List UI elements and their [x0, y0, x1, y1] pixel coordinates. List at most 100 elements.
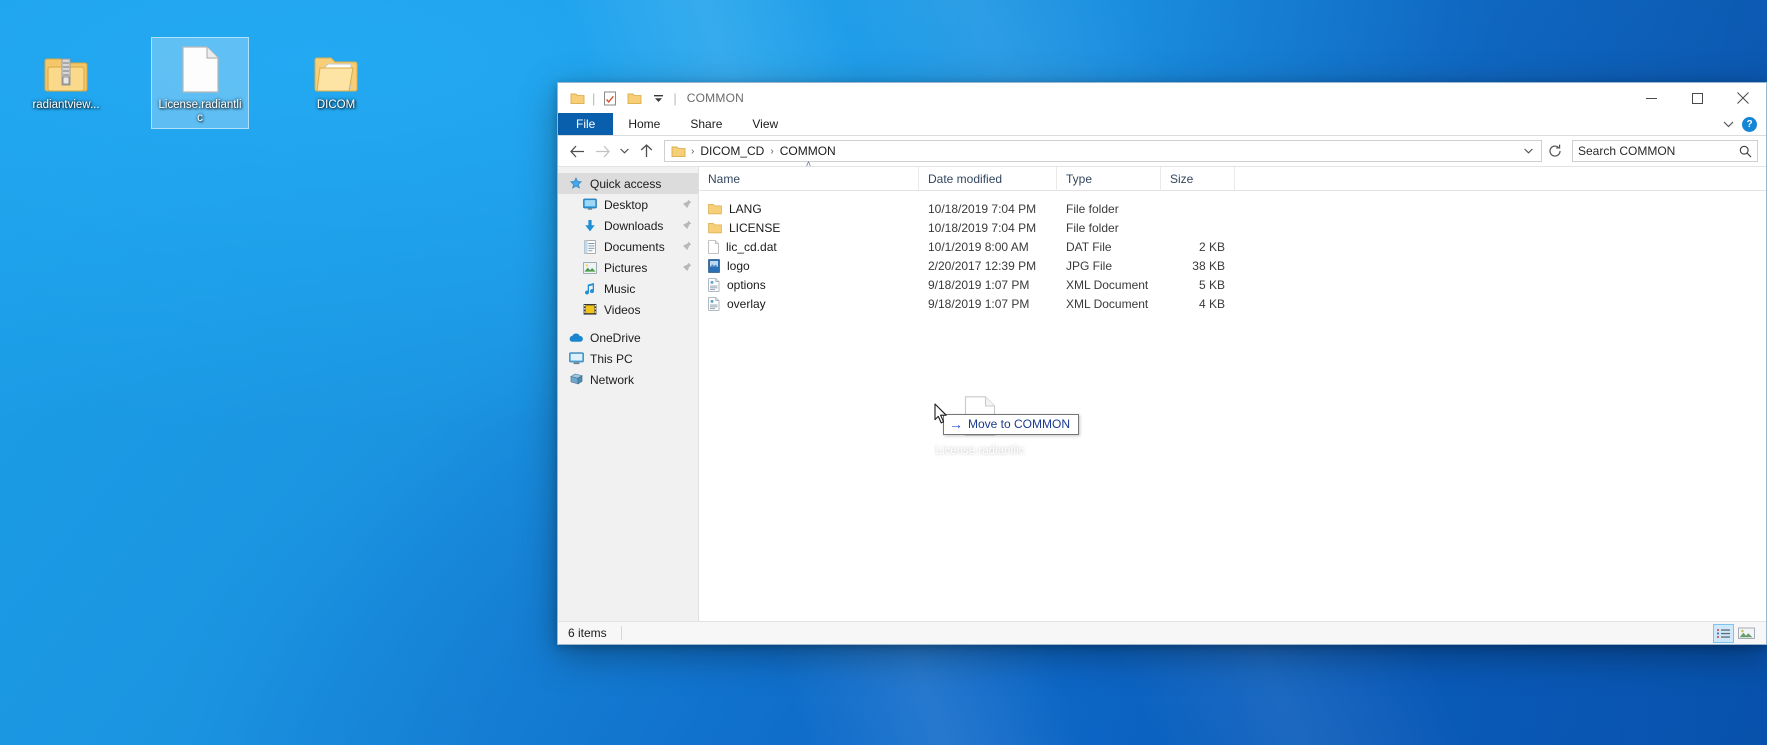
- desktop-icon-label: radiantview...: [20, 98, 112, 113]
- desktop-icon-label: License.radiantlic: [154, 98, 246, 126]
- file-date: 9/18/2019 1:07 PM: [919, 297, 1057, 311]
- file-type: DAT File: [1057, 240, 1161, 254]
- sort-ascending-icon: ˄: [699, 159, 918, 169]
- breadcrumb-separator: ›: [690, 146, 695, 157]
- help-icon[interactable]: ?: [1742, 117, 1757, 132]
- column-headers: ˄ Name Date modified Type Size: [699, 167, 1766, 191]
- file-date: 10/18/2019 7:04 PM: [919, 221, 1057, 235]
- desktop: radiantview... License.radiantlic D: [0, 0, 1767, 745]
- desktop-icon-radiantview[interactable]: radiantview...: [18, 38, 114, 115]
- chevron-down-icon[interactable]: [1723, 117, 1734, 131]
- breadcrumb-item-dicom-cd[interactable]: DICOM_CD: [697, 144, 767, 158]
- file-name: LANG: [729, 202, 762, 216]
- file-size: 38 KB: [1161, 259, 1235, 273]
- item-count-label: 6 items: [568, 626, 607, 640]
- sidebar-item-desktop[interactable]: Desktop: [558, 194, 698, 215]
- search-icon: [1739, 145, 1752, 158]
- pin-icon: [682, 240, 692, 254]
- maximize-button[interactable]: [1674, 83, 1720, 113]
- document-icon: [582, 239, 598, 255]
- sidebar-item-label: Videos: [604, 303, 640, 317]
- navigation-pane: Quick access Desktop: [558, 167, 699, 621]
- file-name: logo: [727, 259, 750, 273]
- large-icons-view-button[interactable]: [1736, 624, 1757, 643]
- sidebar-item-label: This PC: [590, 352, 633, 366]
- table-row[interactable]: logo 2/20/2017 12:39 PM JPG File 38 KB: [699, 256, 1766, 275]
- file-size: 5 KB: [1161, 278, 1235, 292]
- tab-view[interactable]: View: [737, 113, 793, 135]
- sidebar-item-network[interactable]: Network: [558, 369, 698, 390]
- column-label: Type: [1066, 172, 1092, 186]
- chevron-down-icon[interactable]: [649, 89, 667, 107]
- sidebar-item-music[interactable]: Music: [558, 278, 698, 299]
- sidebar-item-quick-access[interactable]: Quick access: [558, 173, 698, 194]
- file-type: File folder: [1057, 202, 1161, 216]
- folder-icon: [290, 41, 382, 93]
- minimize-button[interactable]: [1628, 83, 1674, 113]
- sidebar-item-onedrive[interactable]: OneDrive: [558, 327, 698, 348]
- pin-icon: [682, 219, 692, 233]
- column-header-type[interactable]: Type: [1057, 167, 1161, 191]
- table-row[interactable]: options 9/18/2019 1:07 PM XML Document 5…: [699, 275, 1766, 294]
- status-divider: [621, 626, 622, 640]
- close-button[interactable]: [1720, 83, 1766, 113]
- qat-divider: |: [592, 91, 595, 106]
- xml-file-icon: [708, 297, 720, 311]
- sidebar-item-label: Documents: [604, 240, 665, 254]
- sidebar-item-downloads[interactable]: Downloads: [558, 215, 698, 236]
- pin-icon: [682, 198, 692, 212]
- tab-share[interactable]: Share: [675, 113, 737, 135]
- tab-home[interactable]: Home: [613, 113, 675, 135]
- file-date: 10/1/2019 8:00 AM: [919, 240, 1057, 254]
- column-header-name[interactable]: ˄ Name: [699, 167, 919, 191]
- cloud-icon: [568, 330, 584, 346]
- table-row[interactable]: lic_cd.dat 10/1/2019 8:00 AM DAT File 2 …: [699, 237, 1766, 256]
- sidebar-item-label: OneDrive: [590, 331, 641, 345]
- folder-icon: [671, 145, 686, 158]
- folder-icon: [708, 203, 722, 215]
- details-view-button[interactable]: [1713, 624, 1734, 643]
- table-row[interactable]: LICENSE 10/18/2019 7:04 PM File folder: [699, 218, 1766, 237]
- zip-folder-icon: [20, 41, 112, 93]
- file-explorer-window: | |: [557, 82, 1767, 645]
- star-pin-icon: [568, 176, 584, 192]
- file-icon: [154, 41, 246, 93]
- sidebar-item-documents[interactable]: Documents: [558, 236, 698, 257]
- back-button[interactable]: [566, 140, 588, 162]
- breadcrumb-item-common[interactable]: COMMON: [777, 144, 839, 158]
- search-box[interactable]: [1572, 140, 1758, 162]
- table-row[interactable]: LANG 10/18/2019 7:04 PM File folder: [699, 199, 1766, 218]
- search-input[interactable]: [1578, 144, 1739, 158]
- file-date: 9/18/2019 1:07 PM: [919, 278, 1057, 292]
- sidebar-item-label: Desktop: [604, 198, 648, 212]
- table-row[interactable]: overlay 9/18/2019 1:07 PM XML Document 4…: [699, 294, 1766, 313]
- recent-locations-button[interactable]: [616, 140, 632, 162]
- column-header-date-modified[interactable]: Date modified: [919, 167, 1057, 191]
- chevron-down-icon[interactable]: [1520, 146, 1537, 156]
- window-title: COMMON: [687, 91, 744, 105]
- xml-file-icon: [708, 278, 720, 292]
- new-folder-icon[interactable]: [625, 89, 643, 107]
- file-type: JPG File: [1057, 259, 1161, 273]
- desktop-icon-dicom[interactable]: DICOM: [288, 38, 384, 115]
- file-date: 2/20/2017 12:39 PM: [919, 259, 1057, 273]
- explorer-body: Quick access Desktop: [558, 166, 1766, 621]
- refresh-button[interactable]: [1545, 140, 1565, 162]
- folder-icon[interactable]: [568, 89, 586, 107]
- sidebar-item-pictures[interactable]: Pictures: [558, 257, 698, 278]
- column-label: Date modified: [928, 172, 1002, 186]
- breadcrumb-separator: ›: [769, 146, 774, 157]
- column-header-size[interactable]: Size: [1161, 167, 1235, 191]
- sidebar-item-label: Network: [590, 373, 634, 387]
- properties-icon[interactable]: [601, 89, 619, 107]
- file-list-pane: ˄ Name Date modified Type Size: [699, 167, 1766, 621]
- up-button[interactable]: [635, 140, 657, 162]
- file-name: LICENSE: [729, 221, 780, 235]
- column-label: Size: [1170, 172, 1193, 186]
- sidebar-item-videos[interactable]: Videos: [558, 299, 698, 320]
- forward-button[interactable]: [591, 140, 613, 162]
- video-icon: [582, 302, 598, 318]
- tab-file[interactable]: File: [558, 113, 613, 135]
- desktop-icon-license-radiantlic[interactable]: License.radiantlic: [152, 38, 248, 128]
- sidebar-item-this-pc[interactable]: This PC: [558, 348, 698, 369]
